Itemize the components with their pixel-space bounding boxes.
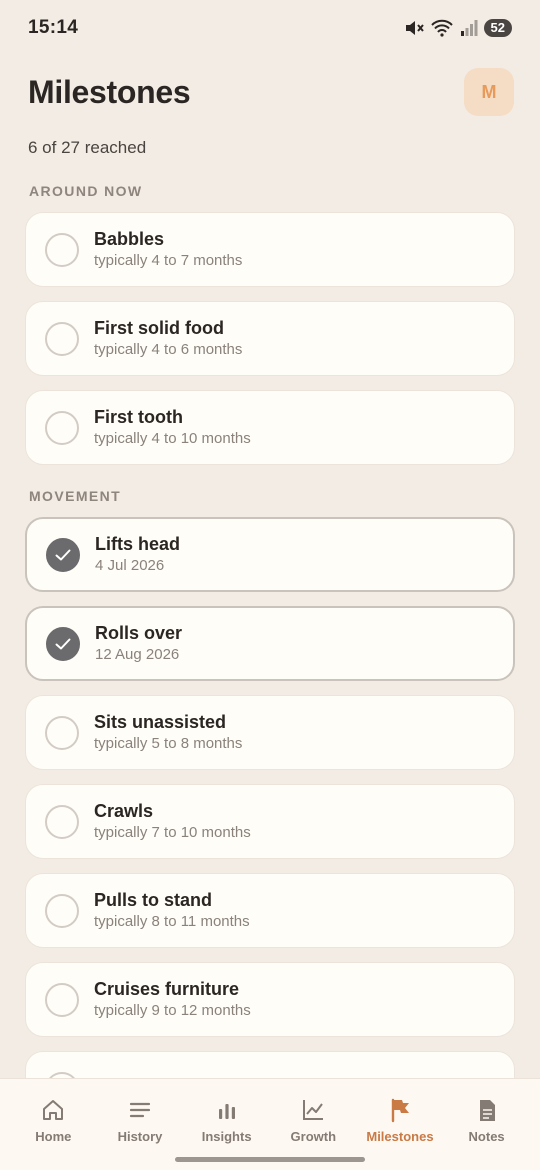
nav-label: History [117,1129,163,1144]
battery-indicator: 52 [483,19,512,37]
section-header: MOVEMENT [29,488,122,504]
milestone-title: Pulls to stand [94,890,213,910]
milestone-title: Babbles [94,229,165,249]
milestone-card[interactable]: Lifts head 4 Jul 2026 [25,517,515,592]
insights-icon [218,1104,235,1119]
milestone-card[interactable]: Cruises furniture typically 9 to 12 month… [25,962,515,1037]
section-header: AROUND NOW [29,183,143,199]
growth-icon [303,1100,324,1120]
nav-label: Milestones [366,1129,434,1144]
nav-history[interactable]: History [97,1097,183,1170]
checkmark-icon [55,638,71,649]
checked-circle[interactable] [46,626,80,661]
milestone-card[interactable]: First solid food typically 4 to 6 months [25,301,515,376]
milestone-subtitle: typically 4 to 10 months [94,430,251,447]
milestone-title: First solid food [94,318,224,338]
milestone-subtitle: typically 8 to 11 months [94,913,250,930]
milestone-subtitle: typically 5 to 8 months [94,735,243,752]
milestone-subtitle: typically 7 to 10 months [94,824,251,841]
checkmark-icon [55,549,71,560]
milestone-title: Sits unassisted [94,712,227,732]
status-icons: 52 [404,19,512,37]
milestone-card[interactable]: Pulls to stand typically 8 to 11 months [25,873,515,948]
milestone-text: Lifts head 4 Jul 2026 [95,533,180,576]
nav-milestones[interactable]: Milestones [357,1097,443,1170]
milestone-list[interactable]: AROUND NOW Babbles typically 4 to 7 months… [0,176,540,1078]
milestone-subtitle: typically 4 to 6 months [94,341,243,358]
milestone-subtitle: 4 Jul 2026 [95,557,165,574]
notes-icon [479,1100,495,1121]
checked-circle[interactable] [46,537,80,572]
unchecked-circle[interactable] [45,410,79,445]
milestone-card[interactable]: Sits unassisted typically 5 to 8 months [25,695,515,770]
milestone-card[interactable]: Rolls over 12 Aug 2026 [25,606,515,681]
mute-icon [405,21,424,35]
milestone-title: First tooth [94,407,183,427]
nav-label: Home [35,1129,72,1144]
home-indicator[interactable] [175,1157,365,1162]
unchecked-circle[interactable] [45,321,79,356]
nav-notes[interactable]: Notes [444,1097,530,1170]
flag-icon [391,1098,409,1123]
milestone-text: Crawls typically 7 to 10 months [94,800,251,843]
signal-icon [460,20,478,36]
milestone-text: Babbles typically 4 to 7 months [94,228,242,271]
unchecked-circle[interactable] [45,232,79,267]
milestone-title: Lifts head [95,534,181,554]
milestone-subtitle: typically 9 to 12 months [94,1002,251,1019]
milestone-text: Pulls to stand typically 8 to 11 months [94,889,250,932]
home-icon [43,1100,64,1120]
unchecked-circle[interactable] [45,893,79,928]
progress-summary: 6 of 27 reached [28,138,147,157]
milestone-title: Rolls over [95,623,183,643]
unchecked-circle[interactable] [45,715,79,750]
nav-label: Growth [290,1129,337,1144]
unchecked-circle[interactable] [45,982,79,1017]
milestone-card[interactable]: Crawls typically 7 to 10 months [25,784,515,859]
milestone-card[interactable]: First tooth typically 4 to 10 months [25,390,515,465]
nav-label: Insights [201,1129,252,1144]
history-icon [129,1102,151,1118]
unchecked-circle[interactable] [45,804,79,839]
status-bar: 15:14 52 [0,0,540,56]
milestone-title: Cruises furniture [94,979,240,999]
milestone-text: Sits unassisted typically 5 to 8 months [94,711,242,754]
wifi-icon [430,19,453,37]
page-header: Milestones M [28,68,514,116]
milestone-title: Crawls [94,801,154,821]
status-time: 15:14 [28,17,79,38]
milestone-text: First tooth typically 4 to 10 months [94,406,251,449]
milestone-card[interactable]: Babbles typically 4 to 7 months [25,212,515,287]
milestone-text: First solid food typically 4 to 6 months [94,317,242,360]
milestone-subtitle: typically 4 to 7 months [94,252,243,269]
milestone-subtitle: 12 Aug 2026 [95,646,180,663]
avatar[interactable]: M [464,68,514,116]
milestone-card-partial[interactable] [25,1051,515,1078]
milestone-text: Rolls over 12 Aug 2026 [95,622,182,665]
nav-home[interactable]: Home [10,1097,96,1170]
page-title: Milestones [28,73,191,110]
nav-label: Notes [468,1129,505,1144]
milestone-text: Cruises furniture typically 9 to 12 month… [94,978,251,1021]
